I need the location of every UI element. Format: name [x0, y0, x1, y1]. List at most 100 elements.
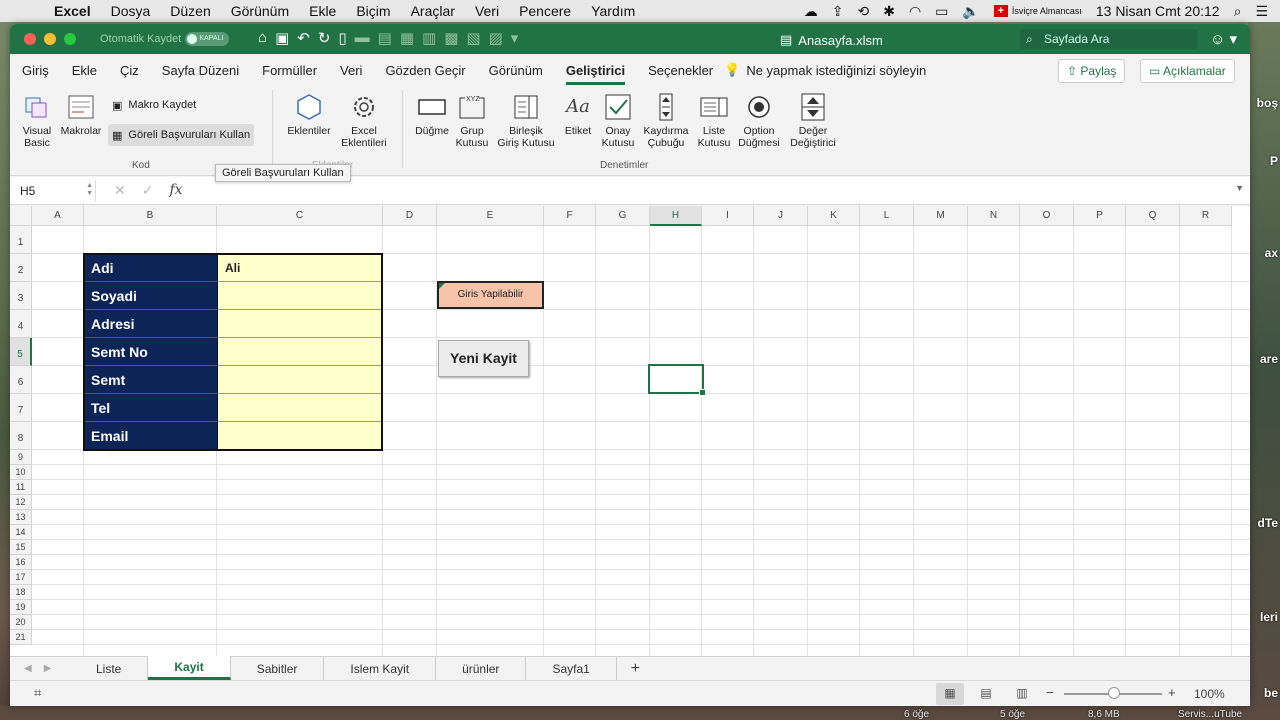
menu-edit[interactable]: Düzen [170, 3, 210, 19]
selected-cell-h5[interactable] [648, 364, 706, 396]
close-window-button[interactable] [24, 33, 36, 45]
menu-app-name[interactable]: Excel [54, 3, 91, 19]
column-header[interactable]: A [32, 206, 84, 226]
clock[interactable]: 13 Nisan Cmt 20:12 [1096, 3, 1220, 19]
home-icon[interactable]: ⌂ [258, 29, 267, 47]
formula-expand-icon[interactable]: ▼ [1235, 183, 1244, 193]
row-header[interactable]: 7 [10, 394, 32, 422]
zoom-window-button[interactable] [64, 33, 76, 45]
menu-tools[interactable]: Araçlar [411, 3, 455, 19]
row-header[interactable]: 21 [10, 630, 32, 645]
normal-view-icon[interactable]: ▦ [936, 683, 964, 705]
menu-file[interactable]: Dosya [111, 3, 151, 19]
redo-icon[interactable]: ↻ [318, 29, 331, 47]
macro-record-status-icon[interactable]: ⌗ [34, 685, 41, 701]
column-header[interactable]: L [860, 206, 914, 226]
tab-home[interactable]: Giriş [22, 55, 49, 86]
cancel-icon[interactable]: ✕ [114, 182, 126, 199]
zoom-out-icon[interactable]: − [1046, 685, 1054, 700]
column-header[interactable]: Q [1126, 206, 1180, 226]
comments-button[interactable]: ▭ Açıklamalar [1140, 59, 1235, 83]
row-header[interactable]: 4 [10, 310, 32, 338]
row-header[interactable]: 16 [10, 555, 32, 570]
name-box-spinner-icon[interactable]: ▲ ▼ [86, 182, 93, 198]
row-header[interactable]: 5 [10, 338, 32, 366]
scroll-bar-control[interactable]: Kaydırma Çubuğu [640, 92, 692, 149]
macros-button[interactable]: Makrolar [58, 92, 104, 137]
row-header[interactable]: 11 [10, 480, 32, 495]
sheet-icon[interactable]: ▤ [378, 29, 392, 47]
column-header[interactable]: M [914, 206, 968, 226]
spinner-control[interactable]: Değer Değiştirici [786, 92, 840, 149]
column-header[interactable]: K [808, 206, 860, 226]
row-header[interactable]: 8 [10, 422, 32, 450]
sheet-tab-liste[interactable]: Liste [70, 657, 149, 680]
share-button[interactable]: ⇧ Paylaş [1058, 59, 1126, 83]
combo-box-control[interactable]: Birleşik Giriş Kutusu [494, 92, 558, 149]
sheet-tab-kayit[interactable]: Kayit [148, 656, 231, 680]
notification-center-icon[interactable]: ☰ [1255, 3, 1268, 20]
row-header[interactable]: 14 [10, 525, 32, 540]
option-button-control[interactable]: Option Düğmesi [736, 92, 782, 149]
input-source[interactable]: + İsviçre Almancası [993, 5, 1082, 17]
form-button-control[interactable]: Düğme [412, 92, 452, 137]
page-break-view-icon[interactable]: ▥ [1008, 683, 1036, 705]
column-header[interactable]: D [383, 206, 437, 226]
column-header[interactable]: H [650, 206, 702, 226]
row-header[interactable]: 12 [10, 495, 32, 510]
tab-data[interactable]: Veri [340, 55, 362, 86]
sheet-tab-urunler[interactable]: ürünler [436, 657, 527, 680]
menu-format[interactable]: Biçim [356, 3, 390, 19]
menu-view[interactable]: Görünüm [231, 3, 289, 19]
sheet-tab-islem-kayit[interactable]: Islem Kayit [324, 657, 437, 680]
zoom-level[interactable]: 100% [1194, 687, 1225, 701]
column-header[interactable]: P [1074, 206, 1126, 226]
label-control[interactable]: Aa Etiket [560, 92, 596, 138]
grid-icon[interactable]: ▥ [422, 29, 436, 47]
table-icon[interactable]: ▧ [466, 29, 480, 47]
camera-icon[interactable]: ▬ [355, 29, 370, 47]
new-doc-icon[interactable]: ▯ [338, 29, 346, 47]
group-box-control[interactable]: XYZ Grup Kutusu [454, 92, 490, 149]
add-sheet-icon[interactable]: + [617, 657, 654, 680]
select-all-corner[interactable] [10, 206, 32, 226]
feedback-smiley-icon[interactable]: ☺ ▾ [1210, 30, 1237, 48]
time-machine-icon[interactable]: ⟲ [857, 3, 869, 20]
column-header[interactable]: B [84, 206, 217, 226]
tab-review[interactable]: Gözden Geçir [385, 55, 465, 86]
zoom-in-icon[interactable]: + [1168, 685, 1176, 700]
tab-developer[interactable]: Geliştirici [565, 55, 626, 86]
tab-insert[interactable]: Ekle [72, 55, 97, 86]
autosave-control[interactable]: Otomatik Kaydet KAPALI [100, 32, 230, 46]
tell-me-box[interactable]: 💡 Ne yapmak istediğinizi söyleyin [724, 62, 926, 78]
cloud-icon[interactable]: ☁ [804, 3, 818, 20]
airplay-icon[interactable]: ▭ [935, 3, 948, 20]
row-header[interactable]: 19 [10, 600, 32, 615]
confirm-icon[interactable]: ✓ [142, 182, 154, 199]
row-header[interactable]: 1 [10, 226, 32, 254]
column-header[interactable]: N [968, 206, 1020, 226]
menu-insert[interactable]: Ekle [309, 3, 336, 19]
row-header[interactable]: 9 [10, 450, 32, 465]
column-header[interactable]: O [1020, 206, 1074, 226]
menu-data[interactable]: Veri [475, 3, 499, 19]
pivot-icon[interactable]: ▩ [444, 29, 458, 47]
check-box-control[interactable]: Onay Kutusu [598, 92, 638, 149]
sheet-search-input[interactable]: ⌕ Sayfada Ara [1020, 29, 1198, 49]
more-icon[interactable]: ▾ [511, 29, 519, 47]
row-header[interactable]: 18 [10, 585, 32, 600]
tab-page-layout[interactable]: Sayfa Düzeni [162, 55, 239, 86]
next-sheet-icon[interactable]: ▶ [44, 663, 52, 674]
autosave-toggle[interactable]: KAPALI [185, 32, 230, 46]
form-icon[interactable]: ▦ [400, 29, 414, 47]
column-header[interactable]: J [754, 206, 808, 226]
column-header[interactable]: G [596, 206, 650, 226]
page-layout-view-icon[interactable]: ▤ [972, 683, 1000, 705]
zoom-slider-handle[interactable] [1108, 687, 1120, 699]
wifi-icon[interactable]: ◠ [909, 3, 921, 20]
sheet-tab-sabitler[interactable]: Sabitler [231, 657, 325, 680]
spotlight-icon[interactable]: ⌕ [1234, 3, 1242, 20]
row-header[interactable]: 17 [10, 570, 32, 585]
row-header[interactable]: 13 [10, 510, 32, 525]
list-box-control[interactable]: Liste Kutusu [696, 92, 732, 149]
